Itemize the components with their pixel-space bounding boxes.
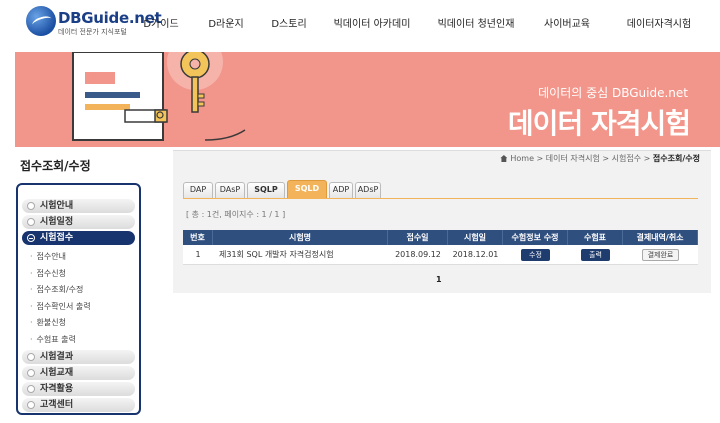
banner-subtitle: 데이터의 중심 DBGuide.net <box>538 86 688 100</box>
col-number: 번호 <box>183 230 213 245</box>
nav-bigdata-academy[interactable]: 빅데이터 아카데미 <box>320 0 424 52</box>
breadcrumb-current: 접수조회/수정 <box>652 154 700 163</box>
logo-tagline: 데이터 전문가 지식포털 <box>58 28 127 36</box>
col-payment: 결제내역/취소 <box>623 230 698 245</box>
col-registration-date: 접수일 <box>388 230 448 245</box>
nav-d-lounge[interactable]: D라운지 <box>194 0 258 52</box>
sidebar-item-label: 자격활용 <box>40 384 74 394</box>
banner: 데이터의 중심 DBGuide.net 데이터 자격시험 <box>15 52 720 147</box>
cell-edit: 수정 <box>503 245 568 264</box>
cell-payment: 결제완료 <box>623 245 698 264</box>
tab-sqld[interactable]: SQLD <box>287 180 327 198</box>
sidebar-item-certification-use[interactable]: 자격활용 <box>22 382 135 396</box>
tab-dap[interactable]: DAP <box>183 182 213 198</box>
sidebar-item-label: 고객센터 <box>40 400 74 410</box>
tab-adsp[interactable]: ADsP <box>355 182 381 198</box>
header: DBGuide.net 데이터 전문가 지식포털 D가이드 D라운지 D스토리 … <box>0 0 720 52</box>
cell-number: 1 <box>195 250 201 259</box>
circle-bullet-icon <box>27 202 35 210</box>
cell-exam-name: 제31회 SQL 개발자 자격검정시험 <box>219 250 334 259</box>
logo[interactable]: DBGuide.net 데이터 전문가 지식포털 <box>26 6 162 42</box>
circle-bullet-icon <box>27 401 35 409</box>
breadcrumb-home[interactable]: Home <box>510 154 534 163</box>
cell-exam-date: 2018.12.01 <box>452 250 499 259</box>
sidebar-item-label: 시험접수 <box>40 233 74 243</box>
sidebar-item-exam-registration[interactable]: 시험접수 <box>22 231 135 245</box>
record-count: [ 총 : 1건, 페이지수 : 1 / 1 ] <box>186 210 286 219</box>
tab-underline <box>183 198 698 199</box>
table-header: 번호 시험명 접수일 시험일 수험정보 수정 수험표 결제내역/취소 <box>183 230 698 245</box>
submenu-registration-guide[interactable]: 접수안내 <box>18 249 139 266</box>
globe-logo-icon <box>26 6 56 36</box>
table-row: 1 제31회 SQL 개발자 자격검정시험 2018.09.12 2018.12… <box>183 245 698 265</box>
circle-bullet-icon <box>27 353 35 361</box>
nav-data-certification[interactable]: 데이터자격시험 <box>606 0 712 52</box>
sidebar-item-exam-results[interactable]: 시험결과 <box>22 350 135 364</box>
sidebar-menu: 시험안내 시험일정 시험접수 접수안내 접수신청 접수조회/수정 접수확인서 출… <box>16 183 141 415</box>
payment-complete-button[interactable]: 결제완료 <box>641 248 680 261</box>
col-exam-name: 시험명 <box>213 230 388 245</box>
tab-sqlp[interactable]: SQLP <box>247 182 285 198</box>
sidebar-item-label: 시험결과 <box>40 352 74 362</box>
pagination-page-1[interactable]: 1 <box>436 275 442 284</box>
sidebar-item-customer-center[interactable]: 고객센터 <box>22 398 135 412</box>
sidebar-item-exam-info[interactable]: 시험안내 <box>22 199 135 213</box>
circle-bullet-icon <box>27 385 35 393</box>
document-key-illustration <box>72 52 246 141</box>
sidebar-item-label: 시험안내 <box>40 201 74 211</box>
breadcrumb-data-certification[interactable]: 데이터 자격시험 <box>546 154 600 163</box>
sidebar-submenu: 접수안내 접수신청 접수조회/수정 접수확인서 출력 환불신청 수험표 출력 <box>18 247 139 350</box>
circle-bullet-icon <box>27 369 35 377</box>
minus-circle-icon <box>27 234 35 242</box>
banner-title: 데이터 자격시험 <box>507 107 691 140</box>
col-admission-ticket: 수험표 <box>568 230 623 245</box>
edit-button[interactable]: 수정 <box>521 248 550 261</box>
submenu-registration-apply[interactable]: 접수신청 <box>18 266 139 283</box>
content-panel <box>173 150 711 293</box>
nav-d-story[interactable]: D스토리 <box>258 0 320 52</box>
home-icon <box>500 155 508 162</box>
registration-table: 번호 시험명 접수일 시험일 수험정보 수정 수험표 결제내역/취소 1 제31… <box>183 230 698 265</box>
cell-print: 출력 <box>568 245 623 264</box>
submenu-confirmation-print[interactable]: 접수확인서 출력 <box>18 299 139 316</box>
print-ticket-button[interactable]: 출력 <box>581 248 610 261</box>
breadcrumb: Home > 데이터 자격시험 > 시험접수 > 접수조회/수정 <box>500 153 700 164</box>
sidebar-item-exam-textbooks[interactable]: 시험교재 <box>22 366 135 380</box>
main-nav: D가이드 D라운지 D스토리 빅데이터 아카데미 빅데이터 청년인재 사이버교육… <box>128 0 712 52</box>
col-edit-info: 수험정보 수정 <box>503 230 568 245</box>
page: DBGuide.net 데이터 전문가 지식포털 D가이드 D라운지 D스토리 … <box>0 0 720 423</box>
submenu-registration-lookup[interactable]: 접수조회/수정 <box>18 282 139 299</box>
sidebar-item-exam-schedule[interactable]: 시험일정 <box>22 215 135 229</box>
col-exam-date: 시험일 <box>448 230 503 245</box>
sidebar-item-label: 시험교재 <box>40 368 74 378</box>
submenu-admission-ticket-print[interactable]: 수험표 출력 <box>18 332 139 349</box>
cell-registration-date: 2018.09.12 <box>395 250 441 259</box>
nav-bigdata-youth[interactable]: 빅데이터 청년인재 <box>424 0 528 52</box>
nav-cyber-education[interactable]: 사이버교육 <box>528 0 606 52</box>
breadcrumb-exam-registration[interactable]: 시험접수 <box>612 154 641 163</box>
sidebar-title: 접수조회/수정 <box>20 159 91 173</box>
submenu-refund-request[interactable]: 환불신청 <box>18 315 139 332</box>
exam-type-tabs: DAP DAsP SQLP SQLD ADP ADsP <box>183 180 383 198</box>
tab-adp[interactable]: ADP <box>329 182 353 198</box>
nav-d-guide[interactable]: D가이드 <box>128 0 194 52</box>
sidebar-item-label: 시험일정 <box>40 217 74 227</box>
circle-bullet-icon <box>27 218 35 226</box>
tab-dasp[interactable]: DAsP <box>215 182 245 198</box>
